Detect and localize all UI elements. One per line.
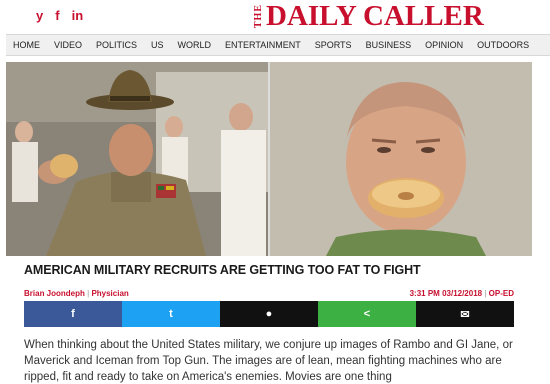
hero-image: [6, 62, 532, 256]
logo-name: DAILY CALLER: [266, 0, 484, 32]
nav-item-home[interactable]: HOME: [6, 40, 47, 50]
share-button[interactable]: <: [318, 301, 416, 327]
nav-item-world[interactable]: WORLD: [171, 40, 219, 50]
linkedin-icon[interactable]: in: [72, 9, 84, 23]
twitter-icon[interactable]: y: [36, 9, 43, 23]
byline-meta: 3:31 PM 03/12/2018 | OP-ED: [410, 289, 514, 298]
section-tag[interactable]: OP-ED: [489, 289, 514, 298]
hero-illustration: [6, 62, 532, 256]
byline: Brian Joondeph | Physician 3:31 PM 03/12…: [24, 289, 514, 298]
headline-box: AMERICAN MILITARY RECRUITS ARE GETTING T…: [18, 257, 520, 283]
comment-button[interactable]: ●: [220, 301, 318, 327]
share-icon: <: [363, 308, 371, 320]
email-icon: ✉: [460, 308, 470, 321]
nav-item-video[interactable]: VIDEO: [47, 40, 89, 50]
nav-item-business[interactable]: BUSINESS: [359, 40, 419, 50]
article-body: When thinking about the United States mi…: [24, 339, 513, 383]
facebook-icon[interactable]: f: [55, 9, 59, 23]
nav-item-opinion[interactable]: OPINION: [418, 40, 470, 50]
nav-item-entertainment[interactable]: ENTERTAINMENT: [218, 40, 308, 50]
main-nav: HOME VIDEO POLITICS US WORLD ENTERTAINME…: [6, 34, 550, 56]
share-bar: f t ● < ✉: [24, 301, 514, 327]
facebook-icon: f: [71, 308, 75, 320]
facebook-share-button[interactable]: f: [24, 301, 122, 327]
author-role: Physician: [91, 289, 129, 298]
nav-item-politics[interactable]: POLITICS: [89, 40, 144, 50]
email-share-button[interactable]: ✉: [416, 301, 514, 327]
article-headline: AMERICAN MILITARY RECRUITS ARE GETTING T…: [24, 263, 421, 277]
social-links: y f in: [36, 9, 83, 23]
twitter-icon: t: [169, 308, 173, 320]
site-logo[interactable]: THE DAILY CALLER: [253, 0, 484, 32]
author-name[interactable]: Brian Joondeph: [24, 289, 85, 298]
timestamp: 3:31 PM 03/12/2018: [409, 289, 483, 298]
twitter-share-button[interactable]: t: [122, 301, 220, 327]
nav-item-sports[interactable]: SPORTS: [308, 40, 359, 50]
logo-the: THE: [253, 3, 264, 29]
comment-icon: ●: [265, 308, 273, 320]
nav-item-outdoors[interactable]: OUTDOORS: [470, 40, 536, 50]
top-bar: y f in THE DAILY CALLER: [0, 0, 550, 32]
nav-item-us[interactable]: US: [144, 40, 171, 50]
